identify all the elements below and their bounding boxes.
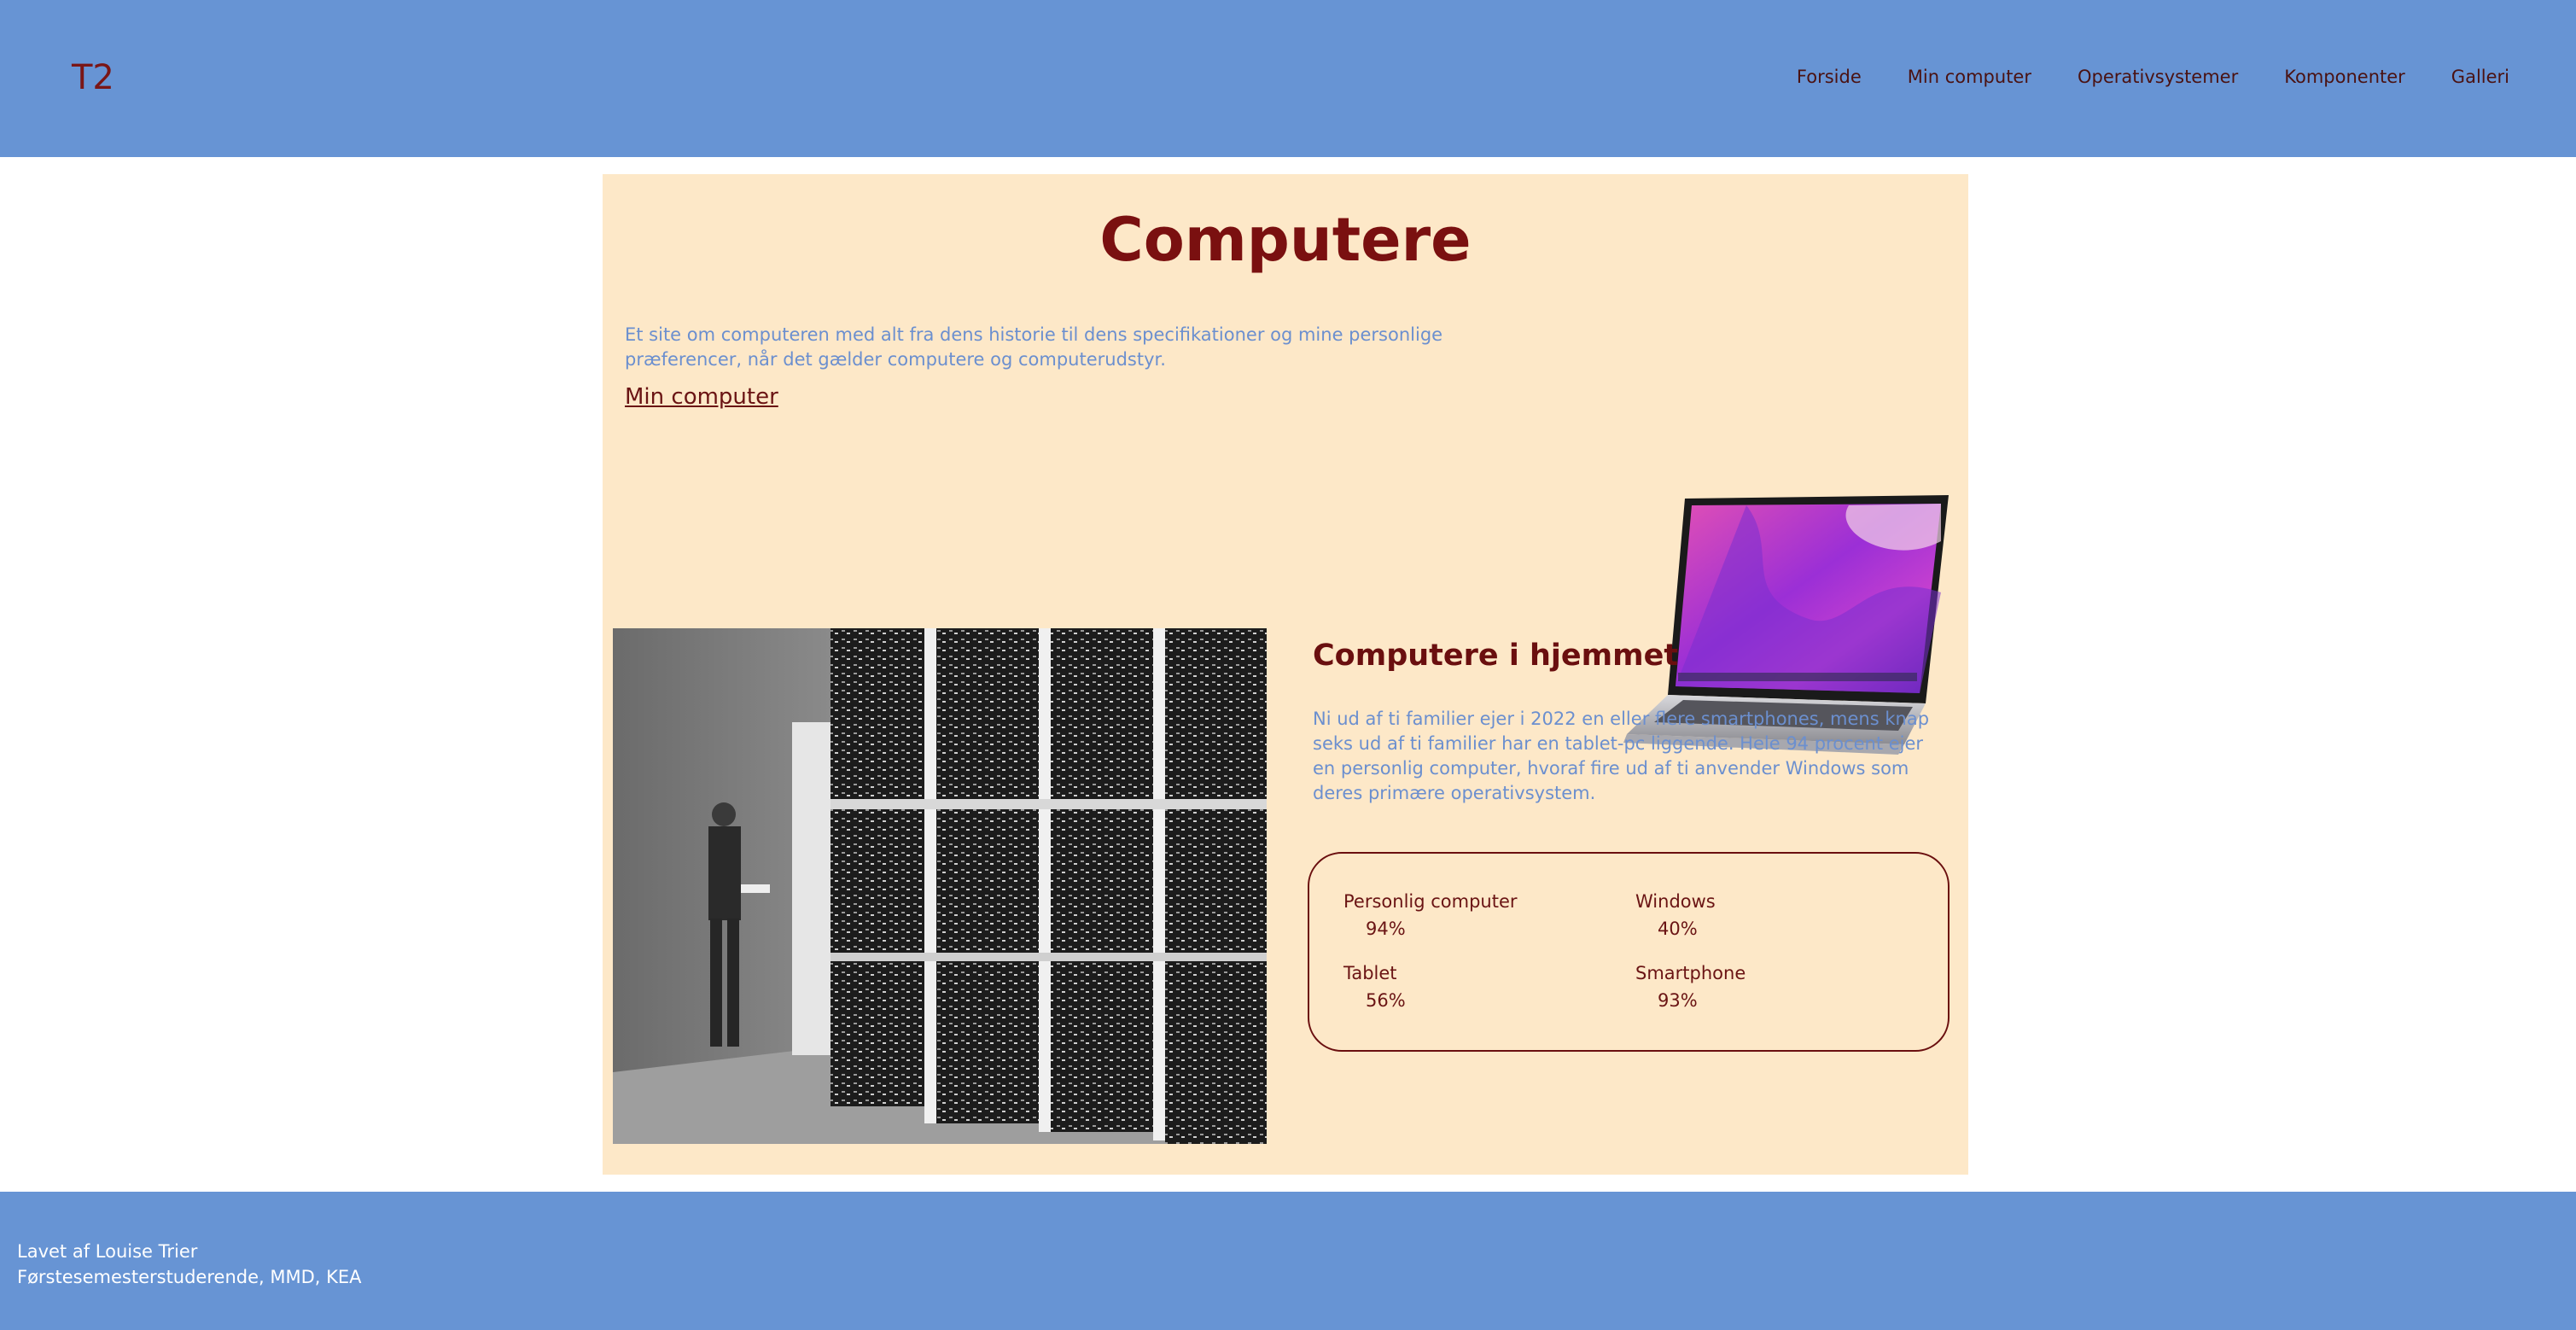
nav-komponenter[interactable]: Komponenter: [2284, 67, 2405, 87]
section-paragraph: Ni ud af ti familier ejer i 2022 en elle…: [1313, 709, 1930, 803]
stat-value: 40%: [1658, 919, 1698, 939]
nav-min-computer[interactable]: Min computer: [1908, 67, 2031, 87]
intro-text: Et site om computeren med alt fra dens h…: [625, 324, 1443, 370]
stat-label: Personlig computer: [1343, 891, 1518, 912]
nav-galleri[interactable]: Galleri: [2451, 67, 2509, 87]
main-nav: Forside Min computer Operativsystemer Ko…: [1797, 67, 2509, 87]
vintage-computer-photo: [613, 628, 1267, 1144]
stat-personlig-computer: Personlig computer 94%: [1343, 891, 1518, 939]
stat-label: Smartphone: [1635, 963, 1746, 983]
nav-forside[interactable]: Forside: [1797, 67, 1862, 87]
stat-windows: Windows 40%: [1635, 891, 1716, 939]
nav-operativsystemer[interactable]: Operativsystemer: [2078, 67, 2238, 87]
min-computer-link[interactable]: Min computer: [625, 384, 778, 410]
stats-box: Personlig computer 94% Windows 40% Table…: [1308, 852, 1949, 1052]
section-heading: Computere i hjemmet: [1313, 639, 1679, 673]
site-header: T2 Forside Min computer Operativsystemer…: [0, 0, 2576, 157]
footer-role: Førstesemesterstuderende, MMD, KEA: [17, 1267, 362, 1287]
content-panel: Computere Et site om computeren med alt …: [603, 174, 1968, 1175]
stat-value: 93%: [1658, 990, 1698, 1011]
stat-label: Windows: [1635, 891, 1716, 912]
stat-tablet: Tablet 56%: [1343, 963, 1406, 1011]
page-title: Computere: [1099, 205, 1472, 275]
footer-credit: Lavet af Louise Trier: [17, 1241, 198, 1262]
site-footer: Lavet af Louise Trier Førstesemesterstud…: [0, 1192, 2576, 1330]
site-logo[interactable]: T2: [72, 58, 114, 97]
stat-smartphone: Smartphone 93%: [1635, 963, 1746, 1011]
stat-label: Tablet: [1343, 963, 1397, 983]
stat-value: 56%: [1366, 990, 1406, 1011]
stat-value: 94%: [1366, 919, 1406, 939]
